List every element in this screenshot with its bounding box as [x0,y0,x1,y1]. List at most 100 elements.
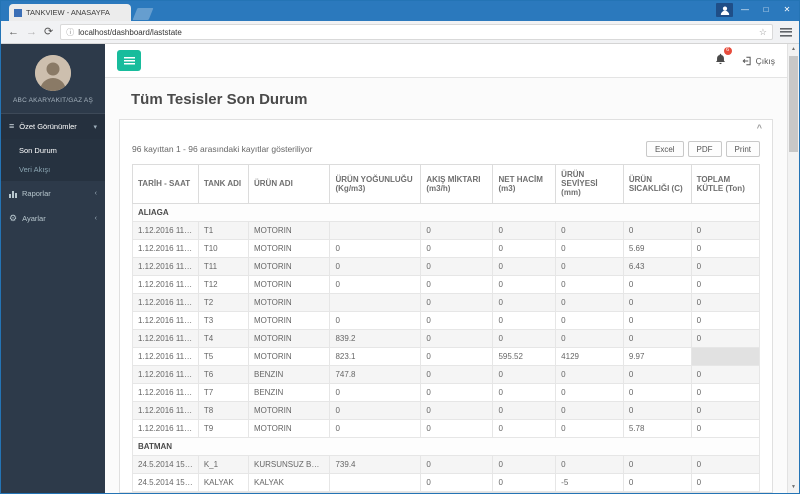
table-row[interactable]: 24.5.2014 15:52K_1KURSUNSUZ BENZIN 95739… [132,455,761,474]
logout-button[interactable]: Çıkış [742,56,775,66]
sidebar-item-son-durum[interactable]: Son Durum [1,141,105,160]
address-bar[interactable]: ⓘ localhost/dashboard/laststate ☆ [60,24,773,40]
cell [690,347,761,366]
table-row[interactable]: 1.12.2016 11:10 T9 MOTORIN 0 0 0 0 5.78 0 [132,419,761,438]
cell: 0 [329,311,422,330]
chart-icon [9,190,17,198]
notifications-button[interactable]: 6 [715,46,732,70]
table-row[interactable]: 1.12.2016 11:10 T10 MOTORIN 0 0 0 0 5.69 0 [132,239,761,258]
panel-collapse-icon[interactable]: ^ [757,123,762,133]
cell: 24.5.2014 15:52 [132,473,199,492]
cell: T7 [197,383,249,402]
sidebar-item-ozet-gorunumler[interactable]: ≡ Özet Görünümler ▾ [1,114,105,139]
table-row[interactable]: 24.5.2014 15:52 KALYAK KALYAK 0 0 -5 0 0 [132,473,761,492]
cell: 24.5.2014 15:52 [132,455,199,474]
cell [329,221,422,240]
forward-icon[interactable]: → [26,26,37,38]
close-button[interactable]: ✕ [778,3,796,17]
cell: 0 [420,347,494,366]
column-header[interactable]: TANK ADI [197,164,249,204]
chevron-down-icon: ▾ [93,123,97,131]
table-toolbar: 96 kayıttan 1 - 96 arasındaki kayıtlar g… [132,141,760,157]
cell: 0 [492,401,557,420]
export-excel-button[interactable]: Excel [645,141,684,157]
column-header[interactable]: ÜRÜN SEVİYESİ (mm) [555,164,624,204]
sidebar-item-veri-akisi[interactable]: Veri Akışı [1,160,105,179]
column-header[interactable]: NET HACİM (m3) [492,164,557,204]
cell: 0 [555,329,624,348]
sidebar-toggle-button[interactable] [117,50,141,71]
cell: 0 [420,221,494,240]
person-icon [720,6,729,15]
table-row[interactable]: 1.12.2016 11:10 T3 MOTORIN 0 0 0 0 0 0 [132,311,761,330]
sidebar-profile: ABC AKARYAKIT/GAZ AŞ [1,44,105,114]
cell: 747.8 [329,365,422,384]
browser-tab[interactable]: TANKVIEW - ANASAYFA [9,4,131,21]
cell: 0 [622,455,692,474]
export-buttons: Excel PDF Print [645,141,760,157]
cell: 0 [420,383,494,402]
cell: 0 [690,455,761,474]
export-pdf-button[interactable]: PDF [687,141,722,157]
new-tab-button[interactable] [132,8,154,20]
sidebar-item-ayarlar[interactable]: ⚙ Ayarlar ‹ [1,206,105,231]
cell: T11 [197,257,249,276]
bell-icon [715,53,725,64]
browser-profile-button[interactable] [716,3,733,17]
column-header[interactable]: ÜRÜN YOĞUNLUĞU (Kg/m3) [329,164,422,204]
cell: 1.12.2016 11:10 [132,257,199,276]
column-header[interactable]: TARİH - SAAT [132,164,199,204]
cell: 0 [622,491,692,492]
export-print-button[interactable]: Print [725,141,760,157]
bookmark-star-icon[interactable]: ☆ [759,27,767,38]
cell: 1.12.2016 11:10 [132,401,199,420]
table-row[interactable]: 1.12.2016 11:10 T12 MOTORIN 0 0 0 0 0 0 [132,275,761,294]
cell: 0 [690,257,761,276]
scroll-down-icon[interactable]: ▼ [788,482,799,493]
refresh-icon[interactable]: ⟳ [44,26,53,38]
table-row[interactable]: 1.12.2016 11:10 T4 MOTORIN 839.2 0 0 0 0 0 [132,329,761,348]
cell: 0 [690,221,761,240]
sidebar-item-raporlar[interactable]: Raporlar ‹ [1,181,105,206]
table-row[interactable]: 1.12.2016 11:10 T5 MOTORIN 823.1 0 595.52 4129… [132,347,761,366]
minimize-button[interactable]: — [736,3,754,17]
table-row[interactable]: 1.12.2016 11:10 T11 MOTORIN 0 0 0 0 6.43 0 [132,257,761,276]
topbar: 6 Çıkış [105,44,787,78]
table-row[interactable]: 1.12.2016 11:10 T8 MOTORIN 0 0 0 0 0 0 [132,401,761,420]
cell: 0 [492,239,557,258]
cell: T12 [197,275,249,294]
cell: 0 [329,275,422,294]
browser-menu-icon[interactable] [780,27,792,37]
cell: MOTORIN [247,491,331,492]
scroll-up-icon[interactable]: ▲ [788,44,799,55]
logout-icon [742,56,751,65]
table-row[interactable]: 1.12.2016 11:10 T2 MOTORIN 0 0 0 0 0 [132,293,761,312]
column-header[interactable]: TOPLAM KÜTLE (Ton) [690,164,761,204]
cell: 0 [690,239,761,258]
cell: T6 [197,365,249,384]
column-header[interactable]: ÜRÜN SICAKLIĞI (C) [622,164,692,204]
scrollbar-thumb[interactable] [789,56,798,152]
url-text[interactable]: localhost/dashboard/laststate [78,28,755,37]
table-row[interactable]: 1.12.2016 11:10 T6 BENZIN 747.8 0 0 0 0 0 [132,365,761,384]
browser-window: TANKVIEW - ANASAYFA — □ ✕ ← → ⟳ ⓘ localh… [0,0,800,494]
column-header[interactable]: AKIŞ MİKTARI (m3/h) [420,164,494,204]
table-row[interactable]: 24.5.2014 15:52M_1MOTORIN824.500000 [132,491,761,492]
maximize-button[interactable]: □ [757,3,775,17]
table-row[interactable]: 1.12.2016 11:10 T1 MOTORIN 0 0 0 0 0 [132,221,761,240]
cell: 0 [690,329,761,348]
page-info-icon[interactable]: ⓘ [66,27,74,38]
back-icon[interactable]: ← [8,26,19,38]
cell: 0 [622,365,692,384]
vertical-scrollbar[interactable]: ▲ ▼ [787,44,799,493]
page-title: Tüm Tesisler Son Durum [131,91,308,108]
cell: 0 [420,275,494,294]
table-row[interactable]: 1.12.2016 11:10 T7 BENZIN 0 0 0 0 0 0 [132,383,761,402]
cell: 0 [690,473,761,492]
cell: 0 [690,401,761,420]
cell: 0 [622,473,692,492]
group-row: BATMAN [132,437,760,456]
cell: 0 [622,401,692,420]
cell: 0 [622,293,692,312]
column-header[interactable]: ÜRÜN ADI [247,164,331,204]
